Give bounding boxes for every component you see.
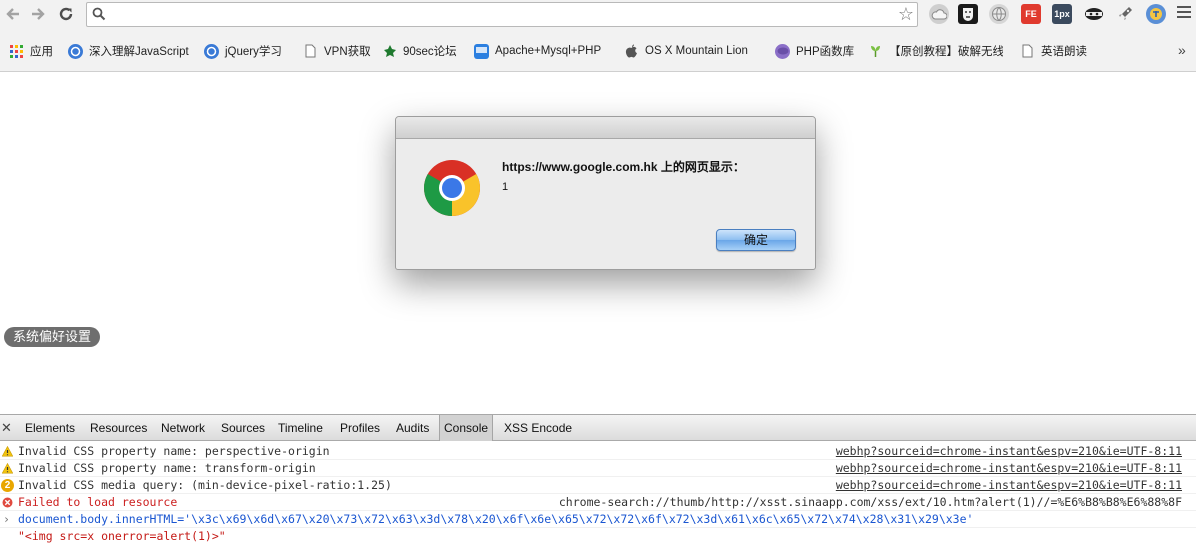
console-message: Invalid CSS property name: transform-ori…	[18, 461, 316, 475]
tab-audits[interactable]: Audits	[392, 415, 433, 441]
mac-icon	[474, 43, 489, 59]
bookmark-php[interactable]: PHP函数库	[775, 43, 855, 59]
bookmark-vpn[interactable]: VPN获取	[303, 43, 373, 59]
bookmark-label: jQuery学习	[225, 46, 282, 58]
bookmark-label: PHP函数库	[796, 46, 855, 58]
warning-icon	[2, 446, 13, 457]
tab-elements[interactable]: Elements	[21, 415, 79, 441]
console-message: Invalid CSS property name: perspective-o…	[18, 444, 330, 458]
cloud-icon[interactable]	[929, 4, 949, 24]
fe-extension-icon[interactable]: FE	[1021, 4, 1041, 24]
ok-button[interactable]: 确定	[716, 229, 796, 251]
bookmark-label: OS X Mountain Lion	[645, 45, 748, 57]
console-command[interactable]: document.body.innerHTML='\x3c\x69\x6d\x6…	[18, 511, 973, 528]
console-row: Invalid CSS property name: perspective-o…	[0, 443, 1196, 460]
chevron-right-icon: ›	[3, 512, 10, 526]
bookmark-os-x[interactable]: OS X Mountain Lion	[624, 43, 760, 59]
console-row: Failed to load resource chrome-search://…	[0, 494, 1196, 511]
console-row: Invalid CSS property name: transform-ori…	[0, 460, 1196, 477]
console-message: Invalid CSS media query: (min-device-pix…	[18, 478, 392, 492]
chevron-double-right-icon[interactable]: »	[1178, 42, 1186, 58]
devtools-panel: ✕ Elements Resources Network Sources Tim…	[0, 414, 1196, 546]
bookmark-english[interactable]: 英语朗读	[1020, 43, 1090, 59]
bookmark-javascript[interactable]: 深入理解JavaScript	[68, 43, 190, 59]
reload-icon[interactable]	[55, 3, 77, 25]
tab-resources[interactable]: Resources	[86, 415, 151, 441]
console-source-link[interactable]: webhp?sourceid=chrome-instant&espv=210&i…	[836, 443, 1182, 460]
apple-icon	[624, 44, 639, 59]
browser-toolbar: ☆ FE 1px	[0, 0, 1196, 30]
bookmark-label: 应用	[30, 46, 53, 58]
console-source-link[interactable]: chrome-search://thumb/http://xsst.sinaap…	[559, 494, 1182, 511]
console-source-link[interactable]: webhp?sourceid=chrome-instant&espv=210&i…	[836, 460, 1182, 477]
system-preferences-button[interactable]: 系统偏好设置	[4, 327, 101, 347]
1px-extension-icon[interactable]: 1px	[1052, 4, 1072, 24]
rocket-icon[interactable]	[1115, 4, 1135, 24]
console-result: "<img src=x onerror=alert(1)>"	[18, 529, 226, 543]
star-icon[interactable]: ☆	[898, 4, 914, 24]
chrome-logo-icon	[423, 159, 481, 220]
console-row: "<img src=x onerror=alert(1)>"	[0, 528, 1196, 545]
bookmark-wireless[interactable]: 【原创教程】破解无线	[868, 43, 1003, 59]
bookmark-apps[interactable]: 应用	[9, 43, 59, 59]
tab-timeline[interactable]: Timeline	[274, 415, 327, 441]
bookmark-apache[interactable]: Apache+Mysql+PHP	[474, 43, 608, 59]
omnibox[interactable]: ☆	[86, 2, 918, 27]
bookmark-label: 90sec论坛	[403, 46, 457, 58]
tab-network[interactable]: Network	[157, 415, 209, 441]
ninja-icon[interactable]	[1084, 4, 1104, 24]
error-icon	[2, 497, 13, 508]
bookmark-label: 英语朗读	[1041, 46, 1087, 58]
arrow-left-icon[interactable]	[2, 3, 24, 25]
fe-extension-label: FE	[1025, 9, 1037, 19]
warning-icon	[2, 463, 13, 474]
bookmark-label: 深入理解JavaScript	[89, 46, 189, 58]
anonymous-mask-icon[interactable]	[958, 4, 978, 24]
page-icon	[1020, 44, 1035, 59]
dialog-title: https://www.google.com.hk 上的网页显示：	[502, 160, 745, 174]
blog-icon	[68, 43, 83, 59]
page-icon	[303, 44, 318, 59]
bookmark-90sec[interactable]: 90sec论坛	[382, 43, 462, 59]
bookmarks-bar: 应用 深入理解JavaScript jQuery学习 VPN获取 90sec论坛…	[0, 30, 1196, 72]
devtools-tab-bar: ✕ Elements Resources Network Sources Tim…	[0, 415, 1196, 441]
sprout-icon	[868, 44, 883, 59]
bookmark-jquery[interactable]: jQuery学习	[204, 43, 288, 59]
tab-profiles[interactable]: Profiles	[336, 415, 384, 441]
console-row: 2 Invalid CSS media query: (min-device-p…	[0, 477, 1196, 494]
tab-sources[interactable]: Sources	[217, 415, 269, 441]
tab-console[interactable]: Console	[439, 415, 494, 441]
arrow-right-icon[interactable]	[27, 3, 49, 25]
1px-extension-label: 1px	[1054, 9, 1070, 19]
translate-icon[interactable]	[1146, 4, 1166, 24]
php-icon	[775, 43, 790, 59]
dialog-titlebar[interactable]	[396, 117, 815, 139]
console-row: › document.body.innerHTML='\x3c\x69\x6d\…	[0, 511, 1196, 528]
alert-dialog: https://www.google.com.hk 上的网页显示： 1 确定	[395, 116, 816, 270]
tab-xss-encode[interactable]: XSS Encode	[500, 415, 576, 441]
repeat-count-badge: 2	[1, 479, 14, 492]
bookmark-label: Apache+Mysql+PHP	[495, 45, 602, 57]
blog-icon	[204, 43, 219, 59]
dialog-message: 1	[502, 181, 509, 193]
bookmark-label: VPN获取	[324, 46, 371, 58]
search-icon	[92, 7, 106, 24]
console-source-link[interactable]: webhp?sourceid=chrome-instant&espv=210&i…	[836, 477, 1182, 494]
leaf-icon	[382, 44, 397, 59]
close-icon[interactable]: ✕	[1, 420, 12, 436]
globe-icon[interactable]	[989, 4, 1009, 24]
hamburger-menu-icon[interactable]	[1177, 6, 1191, 21]
bookmark-label: 【原创教程】破解无线	[889, 46, 1003, 58]
apps-grid-icon	[9, 44, 24, 59]
console-message: Failed to load resource	[18, 495, 178, 509]
